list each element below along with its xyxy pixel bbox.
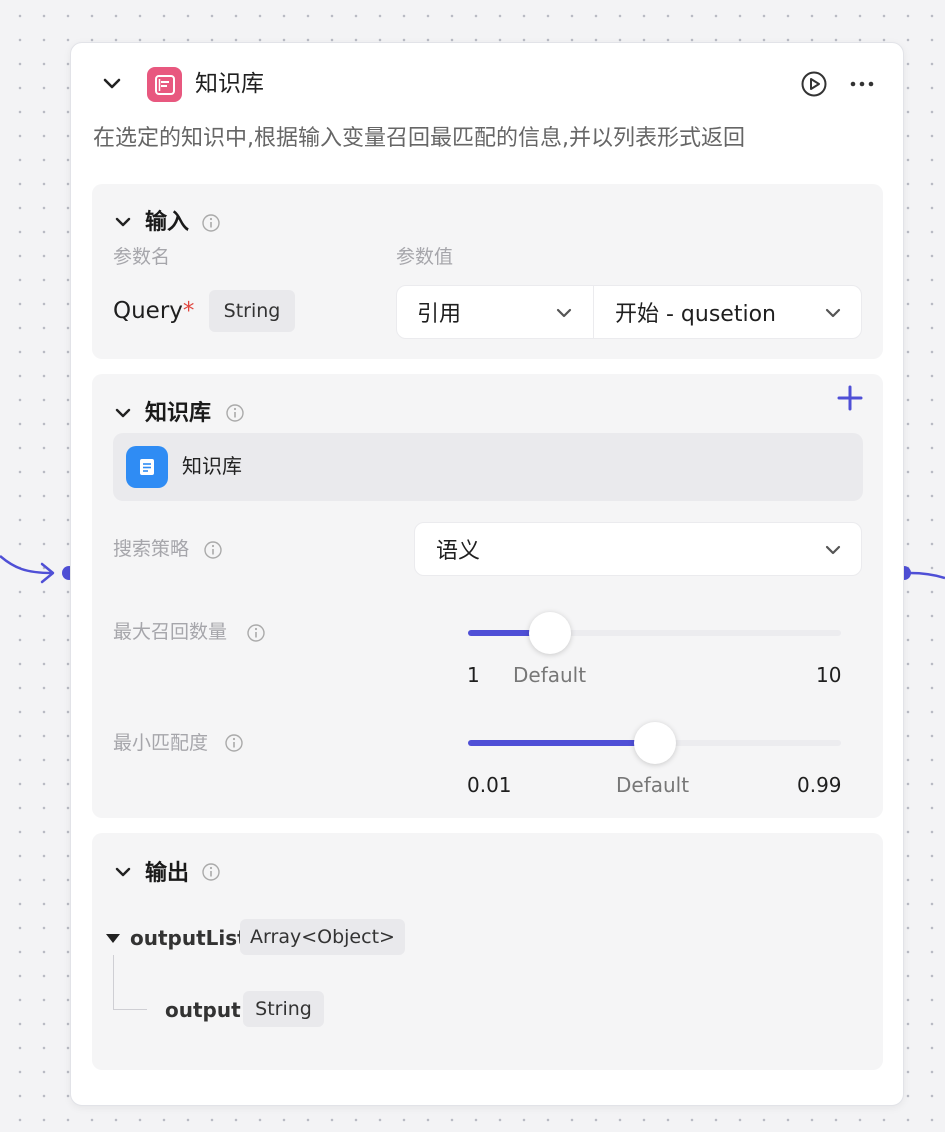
output-child-type-tag: String (243, 991, 324, 1027)
chevron-down-icon (825, 308, 841, 318)
knowledge-section-title: 知识库 (145, 401, 212, 426)
knowledge-item-icon-box (126, 446, 168, 488)
max-recall-label: 最大召回数量 (113, 621, 228, 643)
reference-select[interactable]: 开始 - qusetion (593, 285, 862, 339)
search-strategy-value: 语义 (436, 539, 481, 564)
run-play-icon[interactable] (799, 69, 829, 99)
knowledge-collapse-chevron-icon[interactable] (112, 402, 134, 424)
incoming-edge (0, 555, 55, 584)
source-mode-select[interactable]: 引用 (396, 285, 594, 339)
input-collapse-chevron-icon[interactable] (112, 211, 134, 233)
min-match-max: 0.99 (797, 773, 842, 797)
min-match-min: 0.01 (467, 773, 512, 797)
more-options-icon[interactable] (847, 69, 877, 99)
min-match-info-icon[interactable] (224, 733, 244, 753)
tree-connector (113, 955, 147, 1010)
max-recall-info-icon[interactable] (246, 623, 266, 643)
collapse-chevron-icon[interactable] (99, 71, 125, 97)
chevron-down-icon (825, 545, 841, 555)
output-child-name: output (165, 998, 241, 1022)
search-strategy-select[interactable]: 语义 (414, 522, 862, 576)
node-description: 在选定的知识中,根据输入变量召回最匹配的信息,并以列表形式返回 (93, 126, 745, 151)
knowledge-book-icon (154, 74, 175, 95)
add-knowledge-plus-icon[interactable] (836, 384, 864, 412)
max-recall-min: 1 (467, 663, 480, 687)
reference-value: 开始 - qusetion (615, 302, 776, 327)
knowledge-node-card[interactable]: 知识库 在选定的知识中,根据输入变量召回最匹配的信息,并以列表形式返回 输入 参… (70, 42, 904, 1106)
max-recall-slider-track[interactable] (468, 630, 841, 636)
min-match-default: Default (616, 773, 690, 797)
input-info-icon[interactable] (201, 213, 221, 233)
max-recall-default: Default (513, 663, 587, 687)
output-section-title: 输出 (145, 861, 190, 886)
param-name-text: Query (113, 298, 183, 324)
param-type-tag: String (209, 290, 295, 332)
output-list-type-tag: Array<Object> (240, 919, 405, 955)
knowledge-item-name: 知识库 (182, 454, 242, 478)
output-panel: 输出 outputList Array<Object> output Strin… (92, 833, 883, 1070)
output-info-icon[interactable] (201, 862, 221, 882)
input-section-title: 输入 (145, 210, 190, 235)
knowledge-panel: 知识库 知识库 搜索策略 语义 最大召回数量 1 Default 10 最小匹配… (92, 374, 883, 818)
caret-down-filled-icon[interactable] (104, 929, 122, 947)
param-name-header: 参数名 (113, 246, 171, 268)
param-value-header: 参数值 (396, 246, 454, 268)
search-strategy-info-icon[interactable] (203, 540, 223, 560)
min-match-label: 最小匹配度 (113, 732, 209, 754)
search-strategy-label: 搜索策略 (113, 538, 190, 560)
source-mode-value: 引用 (417, 302, 462, 327)
min-match-slider-handle[interactable] (634, 722, 676, 764)
required-mark: * (182, 298, 195, 324)
input-panel: 输入 参数名 参数值 Query* String 引用 开始 - qusetio… (92, 184, 883, 359)
max-recall-max: 10 (816, 663, 842, 687)
output-collapse-chevron-icon[interactable] (112, 861, 134, 883)
chevron-down-icon (556, 308, 572, 318)
max-recall-slider-handle[interactable] (529, 612, 571, 654)
knowledge-info-icon[interactable] (225, 403, 245, 423)
knowledge-item[interactable]: 知识库 (113, 433, 863, 501)
knowledge-node-logo (147, 67, 182, 102)
param-name-query: Query* (113, 296, 194, 326)
min-match-slider-fill (468, 740, 655, 746)
document-icon (140, 459, 154, 475)
output-list-name: outputList (130, 926, 247, 950)
node-title: 知识库 (195, 71, 264, 97)
outgoing-edge (910, 571, 945, 580)
